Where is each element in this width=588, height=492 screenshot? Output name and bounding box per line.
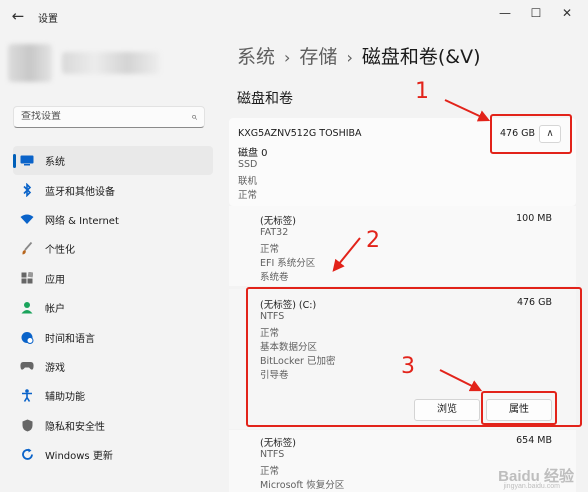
annotation-number-2: 2 bbox=[366, 228, 380, 253]
update-icon bbox=[19, 447, 35, 463]
title-bar: ← 设置 — ☐ ✕ bbox=[0, 0, 588, 32]
sidebar-item-label: 系统 bbox=[45, 157, 65, 169]
apps-icon bbox=[19, 270, 35, 286]
sidebar-item-privacy[interactable]: 隐私和安全性 bbox=[13, 411, 213, 440]
sidebar-item-label: Windows 更新 bbox=[45, 451, 113, 463]
breadcrumb-system[interactable]: 系统 bbox=[237, 46, 275, 68]
breadcrumb-separator-icon: › bbox=[284, 48, 291, 67]
search-box[interactable]: ⌕ bbox=[13, 106, 205, 128]
annotation-number-1: 1 bbox=[415, 79, 429, 104]
sidebar-item-accessibility[interactable]: 辅助功能 bbox=[13, 381, 213, 410]
sidebar-item-bluetooth[interactable]: 蓝牙和其他设备 bbox=[13, 175, 213, 204]
partition-status: 正常 bbox=[260, 244, 280, 255]
disk-model: KXG5AZNV512G TOSHIBA bbox=[238, 128, 362, 139]
partition-label: (无标签) bbox=[260, 216, 296, 227]
sidebar-item-label: 网络 & Internet bbox=[45, 215, 119, 227]
back-arrow-icon[interactable]: ← bbox=[8, 6, 28, 26]
close-icon[interactable]: ✕ bbox=[555, 3, 579, 23]
sidebar-item-label: 个性化 bbox=[45, 245, 75, 257]
watermark-url: jingyan.baidu.com bbox=[503, 483, 560, 490]
sidebar-item-label: 蓝牙和其他设备 bbox=[45, 186, 115, 198]
page-title: 磁盘和卷(&V) bbox=[361, 46, 481, 68]
brush-icon bbox=[19, 241, 35, 257]
sidebar-item-windows-update[interactable]: Windows 更新 bbox=[13, 440, 213, 469]
annotation-box-1 bbox=[490, 114, 572, 154]
sidebar-item-network[interactable]: 网络 & Internet bbox=[13, 205, 213, 234]
partition-status: 正常 bbox=[260, 466, 280, 477]
annotation-arrow-1 bbox=[444, 99, 491, 122]
sidebar-item-label: 应用 bbox=[45, 274, 65, 286]
bluetooth-icon bbox=[19, 182, 35, 198]
partition-size: 654 MB bbox=[516, 435, 552, 446]
sidebar-nav: 系统 蓝牙和其他设备 网络 & Internet 个性化 应用 帐户 时间和语言… bbox=[13, 146, 213, 469]
sidebar-item-time-language[interactable]: 时间和语言 bbox=[13, 322, 213, 351]
sidebar-item-label: 时间和语言 bbox=[45, 333, 95, 345]
breadcrumb: 系统 › 存储 › 磁盘和卷(&V) bbox=[237, 42, 480, 69]
maximize-icon[interactable]: ☐ bbox=[524, 3, 548, 23]
partition-filesystem: NTFS bbox=[260, 449, 285, 460]
annotation-box-3 bbox=[481, 391, 557, 425]
sidebar-item-label: 辅助功能 bbox=[45, 392, 85, 404]
search-input[interactable] bbox=[21, 111, 181, 122]
disk-status-online: 联机 bbox=[238, 176, 258, 187]
globe-clock-icon bbox=[19, 329, 35, 345]
account-name-blurred bbox=[62, 52, 160, 74]
avatar[interactable] bbox=[8, 44, 52, 82]
sidebar-item-personalization[interactable]: 个性化 bbox=[13, 234, 213, 263]
sidebar-item-label: 隐私和安全性 bbox=[45, 421, 105, 433]
annotation-number-3: 3 bbox=[401, 354, 415, 379]
window-title: 设置 bbox=[38, 14, 58, 25]
wifi-icon bbox=[19, 211, 35, 227]
breadcrumb-storage[interactable]: 存储 bbox=[299, 46, 337, 68]
partition-size: 100 MB bbox=[516, 213, 552, 224]
sidebar-item-accounts[interactable]: 帐户 bbox=[13, 293, 213, 322]
sidebar-item-label: 帐户 bbox=[45, 304, 65, 316]
accessibility-icon bbox=[19, 388, 35, 404]
partition-filesystem: FAT32 bbox=[260, 227, 289, 238]
sidebar-item-apps[interactable]: 应用 bbox=[13, 264, 213, 293]
minimize-icon[interactable]: — bbox=[493, 3, 517, 23]
monitor-icon bbox=[19, 153, 35, 169]
sidebar-item-system[interactable]: 系统 bbox=[13, 146, 213, 176]
search-icon[interactable]: ⌕ bbox=[191, 110, 197, 124]
person-icon bbox=[19, 300, 35, 316]
disk-status-health: 正常 bbox=[238, 190, 258, 201]
partition-type: Microsoft 恢复分区 bbox=[260, 480, 345, 491]
partition-role: 系统卷 bbox=[260, 272, 289, 283]
partition-label: (无标签) bbox=[260, 438, 296, 449]
partition-type: EFI 系统分区 bbox=[260, 258, 316, 269]
breadcrumb-separator-icon: › bbox=[346, 48, 353, 67]
disk-name: 磁盘 0 bbox=[238, 148, 268, 159]
section-title: 磁盘和卷 bbox=[237, 91, 293, 107]
sidebar-item-gaming[interactable]: 游戏 bbox=[13, 352, 213, 381]
partition-efi[interactable]: (无标签) 100 MB FAT32 正常 EFI 系统分区 系统卷 bbox=[229, 206, 576, 286]
disk-type: SSD bbox=[238, 159, 258, 170]
shield-icon bbox=[19, 417, 35, 433]
sidebar-item-label: 游戏 bbox=[45, 362, 65, 374]
gamepad-icon bbox=[19, 358, 35, 374]
